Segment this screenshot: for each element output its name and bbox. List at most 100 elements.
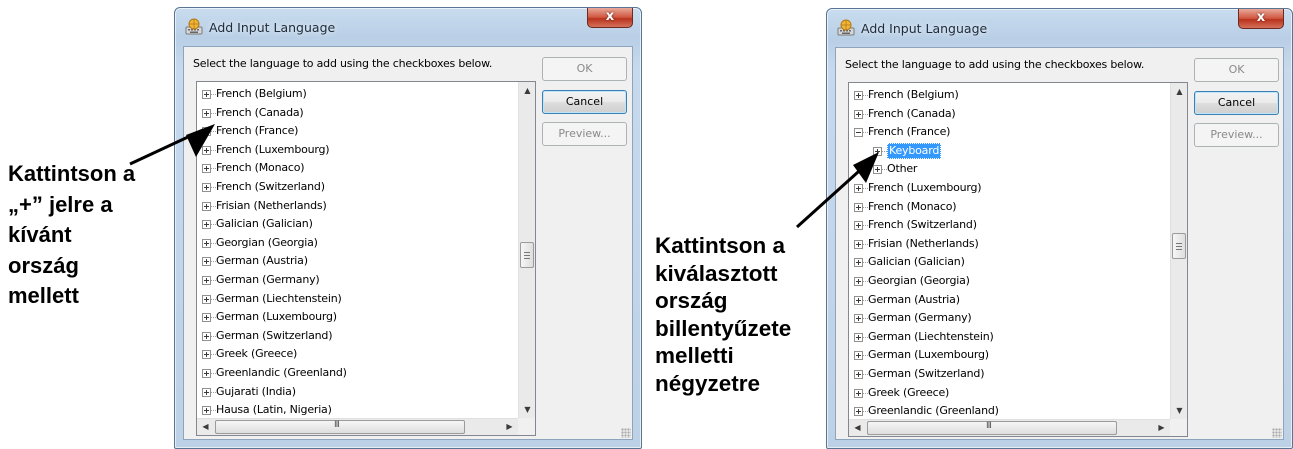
- preview-button[interactable]: Preview...: [1194, 123, 1279, 147]
- expand-plus-icon[interactable]: [202, 313, 211, 323]
- title-bar[interactable]: Add Input Language x: [175, 8, 641, 48]
- tree-language-item[interactable]: French (Luxembourg): [197, 141, 518, 160]
- expand-plus-icon[interactable]: [854, 314, 863, 324]
- expand-plus-icon[interactable]: [854, 239, 863, 249]
- expand-plus-icon[interactable]: [202, 182, 211, 192]
- expand-plus-icon[interactable]: [854, 258, 863, 268]
- tree-language-item[interactable]: French (Switzerland): [197, 178, 518, 197]
- expand-plus-icon[interactable]: [854, 91, 863, 100]
- expand-plus-icon[interactable]: [873, 146, 882, 156]
- scroll-down-arrow-icon[interactable]: ▼: [519, 401, 535, 418]
- expand-plus-icon[interactable]: [202, 90, 211, 99]
- language-tree[interactable]: French (Belgium) French (Canada) French (F…: [848, 82, 1188, 437]
- tree-child-item[interactable]: Keyboard: [849, 142, 1170, 161]
- expand-plus-icon[interactable]: [854, 183, 863, 193]
- tree-language-item[interactable]: German (Liechtenstein): [849, 328, 1170, 347]
- tree-language-item[interactable]: French (Monaco): [197, 159, 518, 178]
- tree-language-item[interactable]: Gujarati (India): [197, 383, 518, 402]
- close-button[interactable]: x: [1238, 9, 1284, 29]
- scroll-up-arrow-icon[interactable]: ▲: [1171, 83, 1187, 100]
- tree-language-item[interactable]: French (France): [849, 123, 1170, 142]
- tree-language-item[interactable]: Frisian (Netherlands): [849, 235, 1170, 254]
- expand-plus-icon[interactable]: [202, 201, 211, 211]
- tree-language-item[interactable]: Greek (Greece): [197, 345, 518, 364]
- vertical-scrollbar[interactable]: ▲ ▼: [1170, 83, 1187, 419]
- scroll-up-arrow-icon[interactable]: ▲: [519, 82, 535, 99]
- horizontal-scrollbar[interactable]: ◀ III ▶: [849, 419, 1170, 436]
- expand-plus-icon[interactable]: [202, 108, 211, 118]
- resize-grip-icon[interactable]: [621, 428, 631, 438]
- cancel-button[interactable]: Cancel: [1194, 91, 1279, 115]
- expand-plus-icon[interactable]: [854, 295, 863, 305]
- scroll-thumb[interactable]: [1172, 233, 1186, 259]
- tree-language-item[interactable]: French (Switzerland): [849, 216, 1170, 235]
- tree-language-item[interactable]: Galician (Galician): [849, 253, 1170, 272]
- title-bar[interactable]: Add Input Language x: [827, 9, 1292, 49]
- tree-language-item[interactable]: German (Luxembourg): [197, 308, 518, 327]
- tree-language-item[interactable]: French (France): [197, 122, 518, 141]
- expand-plus-icon[interactable]: [202, 238, 211, 248]
- preview-button[interactable]: Preview...: [542, 122, 627, 146]
- expand-plus-icon[interactable]: [202, 127, 211, 137]
- expand-plus-icon[interactable]: [202, 164, 211, 174]
- scroll-left-arrow-icon[interactable]: ◀: [849, 420, 866, 436]
- collapse-minus-icon[interactable]: [854, 128, 863, 138]
- tree-language-item[interactable]: Frisian (Netherlands): [197, 197, 518, 216]
- tree-language-item[interactable]: Georgian (Georgia): [849, 272, 1170, 291]
- ok-button[interactable]: OK: [542, 57, 627, 81]
- expand-plus-icon[interactable]: [202, 368, 211, 378]
- expand-plus-icon[interactable]: [202, 350, 211, 360]
- expand-plus-icon[interactable]: [202, 275, 211, 285]
- tree-language-item[interactable]: French (Canada): [197, 104, 518, 123]
- tree-language-item[interactable]: French (Belgium): [849, 86, 1170, 105]
- expand-plus-icon[interactable]: [873, 165, 882, 175]
- close-button[interactable]: x: [587, 8, 633, 28]
- tree-language-item[interactable]: French (Belgium): [197, 85, 518, 104]
- expand-plus-icon[interactable]: [854, 369, 863, 379]
- resize-grip-icon[interactable]: [1272, 428, 1282, 438]
- tree-language-item[interactable]: Greek (Greece): [849, 384, 1170, 403]
- expand-plus-icon[interactable]: [854, 276, 863, 286]
- expand-plus-icon[interactable]: [854, 407, 863, 417]
- expand-plus-icon[interactable]: [854, 109, 863, 119]
- tree-language-item[interactable]: French (Monaco): [849, 198, 1170, 217]
- scroll-right-arrow-icon[interactable]: ▶: [501, 419, 518, 435]
- tree-language-item[interactable]: German (Switzerland): [849, 365, 1170, 384]
- tree-language-item[interactable]: German (Liechtenstein): [197, 290, 518, 309]
- horizontal-scroll-thumb[interactable]: III: [215, 420, 465, 434]
- expand-plus-icon[interactable]: [202, 257, 211, 267]
- vertical-scrollbar[interactable]: ▲ ▼: [518, 82, 535, 418]
- scroll-left-arrow-icon[interactable]: ◀: [197, 419, 214, 435]
- tree-child-item[interactable]: Other: [849, 160, 1170, 179]
- scroll-down-arrow-icon[interactable]: ▼: [1171, 402, 1187, 419]
- expand-plus-icon[interactable]: [202, 294, 211, 304]
- scroll-right-arrow-icon[interactable]: ▶: [1153, 420, 1170, 436]
- tree-language-item[interactable]: Greenlandic (Greenland): [197, 364, 518, 383]
- expand-plus-icon[interactable]: [202, 220, 211, 230]
- ok-button[interactable]: OK: [1194, 58, 1279, 82]
- expand-plus-icon[interactable]: [202, 331, 211, 341]
- expand-plus-icon[interactable]: [854, 202, 863, 212]
- tree-language-item[interactable]: French (Luxembourg): [849, 179, 1170, 198]
- tree-language-item[interactable]: Hausa (Latin, Nigeria): [197, 401, 518, 420]
- scroll-thumb[interactable]: [520, 242, 534, 268]
- tree-language-item[interactable]: German (Luxembourg): [849, 346, 1170, 365]
- expand-plus-icon[interactable]: [854, 332, 863, 342]
- expand-plus-icon[interactable]: [202, 145, 211, 155]
- expand-plus-icon[interactable]: [202, 387, 211, 397]
- expand-plus-icon[interactable]: [202, 406, 211, 416]
- expand-plus-icon[interactable]: [854, 388, 863, 398]
- language-tree[interactable]: French (Belgium) French (Canada) French (F…: [196, 81, 536, 436]
- tree-language-item[interactable]: Georgian (Georgia): [197, 234, 518, 253]
- cancel-button[interactable]: Cancel: [542, 90, 627, 114]
- expand-plus-icon[interactable]: [854, 351, 863, 361]
- expand-plus-icon[interactable]: [854, 221, 863, 231]
- tree-language-item[interactable]: Greenlandic (Greenland): [849, 402, 1170, 421]
- horizontal-scrollbar[interactable]: ◀ III ▶: [197, 418, 518, 435]
- tree-language-item[interactable]: German (Austria): [849, 291, 1170, 310]
- horizontal-scroll-thumb[interactable]: III: [867, 421, 1117, 435]
- tree-language-item[interactable]: Galician (Galician): [197, 215, 518, 234]
- tree-language-item[interactable]: French (Canada): [849, 105, 1170, 124]
- tree-language-item[interactable]: German (Switzerland): [197, 327, 518, 346]
- tree-language-item[interactable]: German (Germany): [849, 309, 1170, 328]
